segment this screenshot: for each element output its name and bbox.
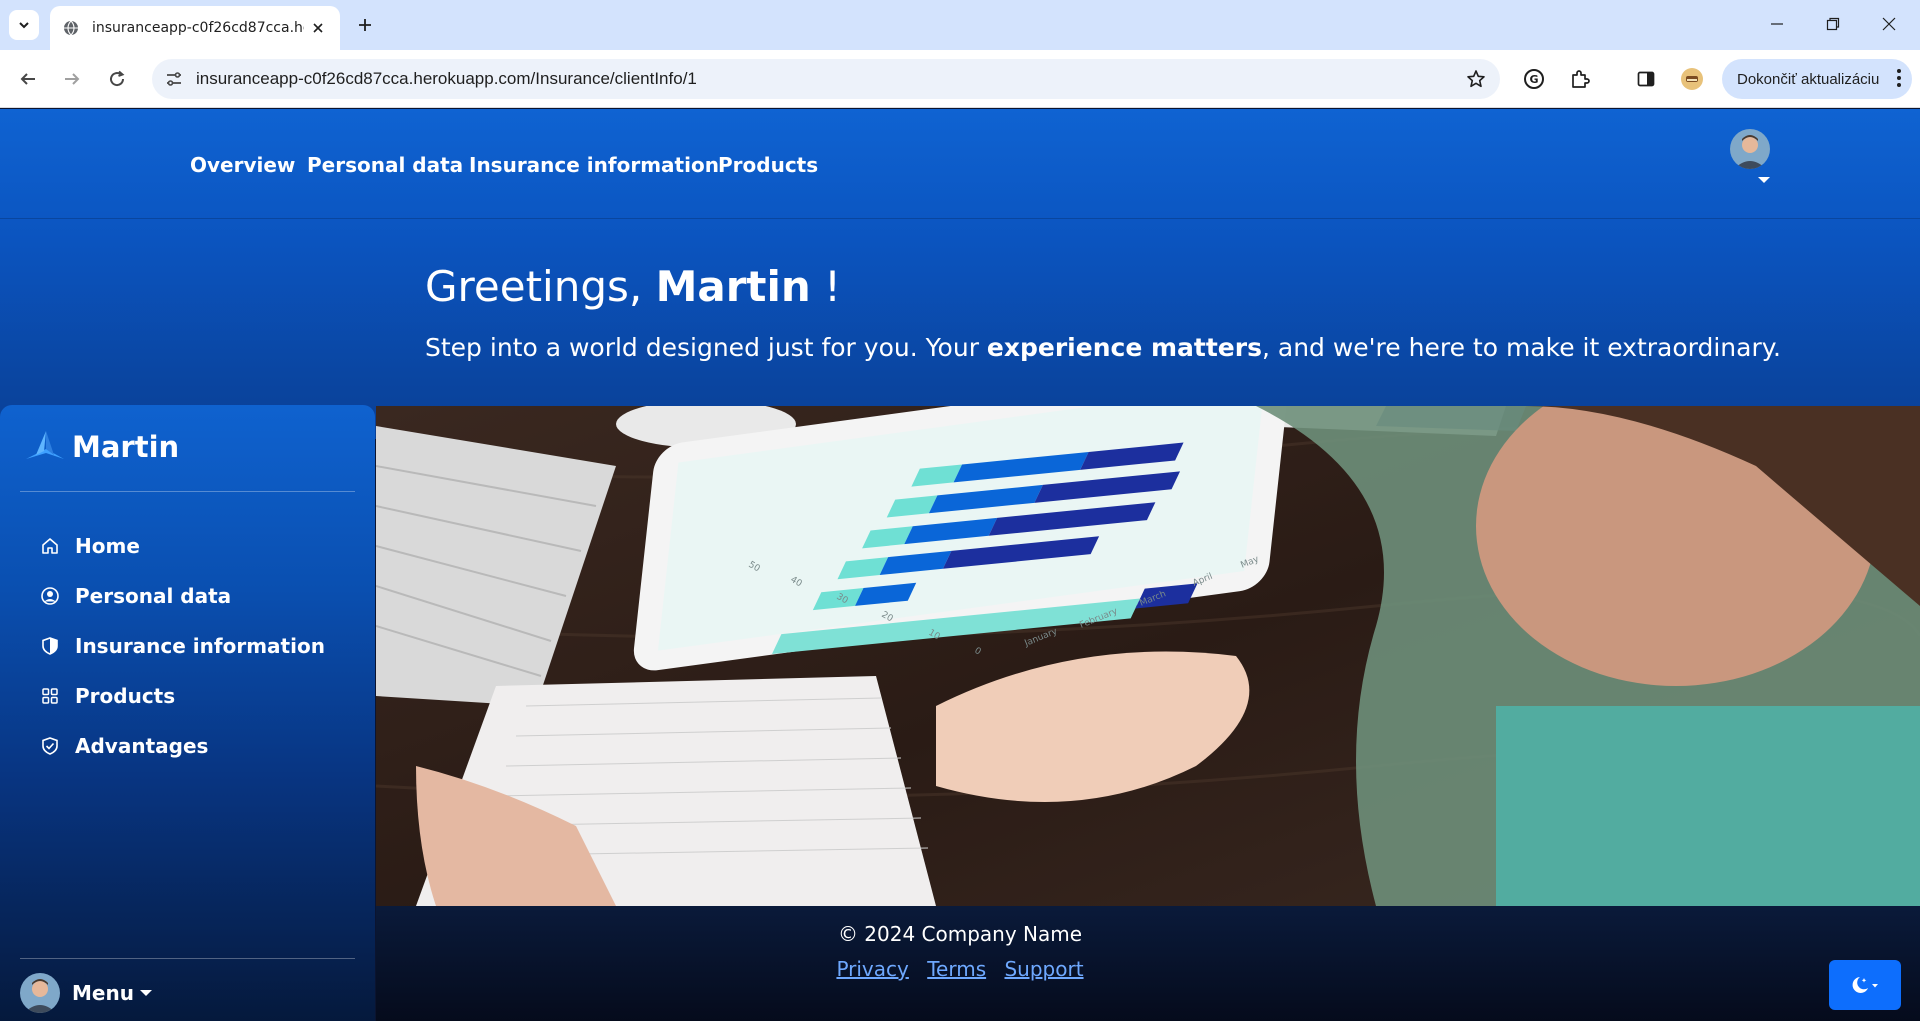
url-text: insuranceapp-c0f26cd87cca.herokuapp.com/… (196, 69, 697, 88)
terms-link[interactable]: Terms (927, 957, 986, 981)
sidebar-item-label: Insurance information (75, 634, 325, 658)
nav-personal-data[interactable]: Personal data (307, 153, 463, 177)
greeting-heading: Greetings, Martin ! (425, 262, 841, 311)
home-icon (38, 534, 62, 558)
site-info-icon[interactable] (158, 63, 190, 95)
tab-search-button[interactable] (9, 10, 39, 40)
finish-update-button[interactable]: Dokončiť aktualizáciu (1722, 59, 1912, 99)
caret-down-icon[interactable] (1758, 177, 1770, 183)
svg-text:G: G (1529, 73, 1538, 86)
copyright-text: © 2024 Company Name (837, 922, 1083, 946)
avatar[interactable] (1730, 129, 1770, 169)
footer-links: Privacy Terms Support (376, 957, 1544, 981)
sidebar-item-label: Home (75, 534, 140, 558)
divider (20, 958, 355, 959)
minimize-icon (1771, 23, 1783, 25)
extension-grammar-icon[interactable]: G (1518, 63, 1550, 95)
brand-logo-icon (26, 431, 64, 459)
address-bar[interactable]: insuranceapp-c0f26cd87cca.herokuapp.com/… (152, 59, 1500, 99)
privacy-link[interactable]: Privacy (836, 957, 908, 981)
sidebar-item-products[interactable]: Products (38, 681, 175, 711)
new-tab-button[interactable] (351, 11, 379, 39)
sidebar: Martin Home Personal data Insurance info… (0, 405, 375, 1021)
restore-icon (1826, 17, 1840, 31)
chevron-down-icon (19, 22, 29, 29)
sidebar-item-label: Products (75, 684, 176, 708)
nav-insurance-information[interactable]: Insurance information (469, 153, 719, 177)
caret-down-icon (139, 990, 152, 996)
user-name: Martin (655, 262, 811, 311)
avatar (20, 973, 60, 1013)
browser-tab-strip: insuranceapp-c0f26cd87cca.herokuapp.com (0, 0, 1920, 50)
arrow-right-icon (65, 73, 80, 85)
reload-icon (110, 70, 125, 87)
menu-label: Menu (72, 981, 134, 1005)
sidebar-item-advantages[interactable]: Advantages (38, 731, 208, 761)
sidebar-item-insurance-information[interactable]: Insurance information (38, 631, 325, 661)
footer: © 2024 Company Name Privacy Terms Suppor… (376, 906, 1920, 1021)
support-link[interactable]: Support (1004, 957, 1083, 981)
browser-toolbar: insuranceapp-c0f26cd87cca.herokuapp.com/… (0, 50, 1920, 108)
sidebar-item-home[interactable]: Home (38, 531, 140, 561)
sidebar-user-menu[interactable]: Menu (20, 973, 152, 1013)
arrow-left-icon (20, 73, 35, 85)
plus-icon (359, 19, 371, 31)
close-icon (1882, 17, 1896, 31)
hero-photo: 50 40 30 20 10 0 January February March … (376, 406, 1920, 906)
divider (20, 491, 355, 492)
extensions-puzzle-icon[interactable] (1564, 63, 1596, 95)
sidebar-brand[interactable]: Martin (24, 429, 179, 465)
shield-check-icon (38, 734, 62, 758)
restore-button[interactable] (1810, 6, 1856, 42)
back-button[interactable] (12, 63, 44, 95)
bookmark-star-icon[interactable] (1460, 63, 1492, 95)
theme-toggle-button[interactable] (1829, 960, 1901, 1010)
sidebar-item-label: Advantages (75, 734, 209, 758)
sidebar-item-label: Personal data (75, 584, 232, 608)
brand-name: Martin (72, 430, 180, 464)
chart-tick-label: 0 (973, 646, 983, 658)
shield-half-icon (38, 634, 62, 658)
reload-button[interactable] (101, 63, 133, 95)
close-icon[interactable] (308, 18, 328, 38)
grid-icon (38, 684, 62, 708)
forward-button[interactable] (56, 63, 88, 95)
side-panel-icon[interactable] (1630, 63, 1662, 95)
finish-update-label: Dokončiť aktualizáciu (1737, 70, 1880, 88)
sidebar-item-personal-data[interactable]: Personal data (38, 581, 231, 611)
minimize-button[interactable] (1754, 6, 1800, 42)
moon-stars-icon (1852, 977, 1878, 993)
person-circle-icon (38, 584, 62, 608)
more-vertical-icon (1897, 69, 1901, 87)
tab-title: insuranceapp-c0f26cd87cca.herokuapp.com (92, 20, 304, 36)
browser-tab[interactable]: insuranceapp-c0f26cd87cca.herokuapp.com (50, 6, 340, 50)
nav-overview[interactable]: Overview (190, 153, 295, 177)
close-window-button[interactable] (1866, 6, 1912, 42)
top-navigation: Overview Personal data Insurance informa… (0, 109, 1920, 219)
profile-avatar-icon[interactable] (1676, 63, 1708, 95)
nav-products[interactable]: Products (718, 153, 818, 177)
globe-icon (62, 19, 80, 37)
page: Overview Personal data Insurance informa… (0, 109, 1920, 1021)
hero-section: Overview Personal data Insurance informa… (0, 109, 1920, 439)
greeting-subtitle: Step into a world designed just for you.… (425, 333, 1781, 362)
